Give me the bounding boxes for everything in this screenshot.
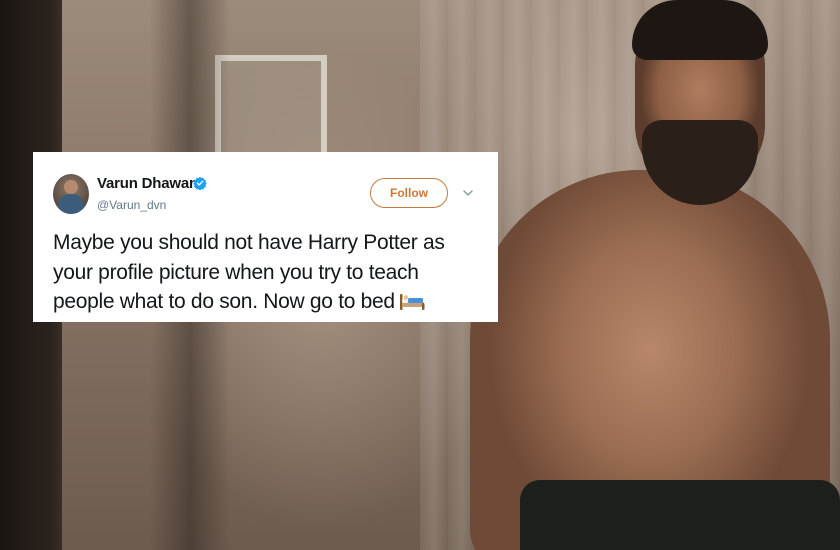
bed-icon [399, 294, 425, 310]
person-pants [520, 480, 840, 550]
tweet-text: Maybe you should not have Harry Potter a… [53, 231, 445, 313]
avatar-face [64, 180, 78, 194]
tweet-body: Maybe you should not have Harry Potter a… [53, 228, 483, 317]
verified-badge-icon [193, 176, 207, 190]
person-hair [632, 0, 768, 60]
photo-scene: Varun Dhawan @Varun_dvn Follow Maybe you… [0, 0, 840, 550]
chevron-down-icon[interactable] [462, 188, 474, 198]
follow-button[interactable]: Follow [370, 178, 448, 208]
tweet-author-name[interactable]: Varun Dhawan [97, 175, 198, 192]
tweet-author-handle[interactable]: @Varun_dvn [97, 198, 166, 212]
tweet-card: Varun Dhawan @Varun_dvn Follow Maybe you… [33, 152, 498, 322]
avatar[interactable] [53, 174, 89, 214]
avatar-body [58, 194, 84, 214]
